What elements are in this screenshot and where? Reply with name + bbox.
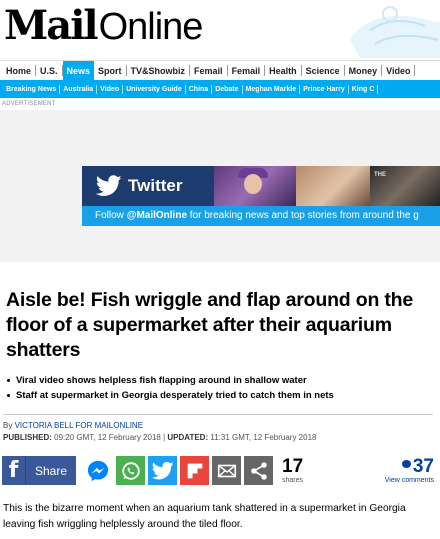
follow-prefix: Follow bbox=[95, 210, 127, 221]
comment-count: 37 bbox=[385, 457, 434, 477]
nav-item-tv-showbiz[interactable]: TV&Showbiz bbox=[127, 65, 191, 76]
share-bar: f Share bbox=[0, 455, 440, 487]
messenger-share-button[interactable] bbox=[83, 456, 112, 485]
comment-bubble-icon bbox=[401, 460, 411, 468]
subnav-item-meghan-markle[interactable]: Meghan Markle bbox=[243, 84, 301, 94]
article-headline: Aisle be! Fish wriggle and flap around o… bbox=[6, 289, 414, 361]
summary-bullet: Staff at supermarket in Georgia desperat… bbox=[6, 388, 436, 403]
banner-photo-model bbox=[296, 166, 370, 206]
twitter-banner-top: Twitter THE bbox=[82, 166, 440, 206]
nav-item-sport[interactable]: Sport bbox=[94, 65, 127, 76]
summary-bullet: Viral video shows helpless fish flapping… bbox=[6, 373, 436, 388]
share-more-icon bbox=[250, 461, 267, 480]
flipboard-icon bbox=[187, 463, 202, 478]
advertisement-label: ADVERTISEMENT bbox=[2, 101, 56, 107]
share-count: 17 shares bbox=[282, 457, 322, 485]
email-share-button[interactable] bbox=[212, 456, 241, 485]
facebook-share-button[interactable]: f Share bbox=[2, 456, 76, 485]
updated-value: 11:31 GMT, 12 February 2018 bbox=[208, 433, 317, 442]
published-label: PUBLISHED: bbox=[3, 433, 52, 442]
article-body-paragraph: This is the bizarre moment when an aquar… bbox=[3, 503, 406, 530]
share-count-label: shares bbox=[282, 477, 304, 484]
twitter-follow-banner[interactable]: Twitter THE Follow @MailOnline for break… bbox=[82, 166, 440, 226]
subnav-item-prince-harry[interactable]: Prince Harry bbox=[300, 84, 349, 94]
subnav-item-australia[interactable]: Australia bbox=[60, 84, 98, 94]
photo-face-shape bbox=[244, 174, 262, 194]
subnav-item-breaking-news[interactable]: Breaking News bbox=[0, 84, 61, 94]
article-summary-bullets: Viral video shows helpless fish flapping… bbox=[6, 373, 436, 403]
twitter-icon bbox=[151, 461, 174, 479]
nav-item-femail-2[interactable]: Femail bbox=[228, 65, 266, 76]
author-link[interactable]: VICTORIA BELL FOR MAILONLINE bbox=[15, 421, 143, 430]
comments-link[interactable]: 37 View comments bbox=[385, 457, 434, 485]
flipboard-share-button[interactable] bbox=[180, 456, 209, 485]
secondary-nav: Breaking News Australia Video University… bbox=[0, 80, 440, 98]
subnav-item-china[interactable]: China bbox=[186, 84, 213, 94]
updated-label: UPDATED: bbox=[167, 433, 209, 442]
subnav-item-king-c[interactable]: King C bbox=[349, 84, 379, 94]
twitter-bird-icon bbox=[96, 175, 122, 196]
publish-dates: PUBLISHED: 09:20 GMT, 12 February 2018 |… bbox=[3, 433, 316, 442]
whatsapp-icon bbox=[121, 461, 140, 480]
photo-caption: THE bbox=[374, 172, 386, 178]
subnav-item-debate[interactable]: Debate bbox=[212, 84, 243, 94]
masthead-decoration bbox=[350, 6, 440, 58]
masthead: Mail Online bbox=[0, 0, 440, 60]
subnav-item-university-guide[interactable]: University Guide bbox=[123, 84, 186, 94]
nav-item-video[interactable]: Video bbox=[382, 65, 416, 76]
nav-item-us[interactable]: U.S. bbox=[36, 65, 63, 76]
nav-item-money[interactable]: Money bbox=[345, 65, 383, 76]
view-comments-label: View comments bbox=[384, 477, 434, 484]
mailonline-logo[interactable]: Mail Online bbox=[4, 2, 204, 49]
nav-item-science[interactable]: Science bbox=[302, 65, 345, 76]
headline-divider bbox=[3, 414, 433, 415]
facebook-icon: f bbox=[2, 456, 26, 485]
twitter-follow-text: Follow @MailOnline for breaking news and… bbox=[82, 206, 440, 226]
nav-item-femail[interactable]: Femail bbox=[190, 65, 228, 76]
comment-count-number: 37 bbox=[412, 456, 434, 477]
twitter-share-button[interactable] bbox=[148, 456, 177, 485]
follow-suffix: for breaking news and top stories from a… bbox=[187, 210, 419, 221]
email-icon bbox=[217, 464, 236, 477]
published-value: 09:20 GMT, 12 February 2018 | bbox=[51, 433, 168, 442]
primary-nav: Home U.S. News Sport TV&Showbiz Femail F… bbox=[0, 60, 440, 80]
banner-photo-royal bbox=[214, 166, 296, 206]
more-share-button[interactable] bbox=[244, 456, 273, 485]
follow-handle: @MailOnline bbox=[126, 210, 187, 221]
twitter-brand: Twitter bbox=[82, 166, 214, 206]
nav-item-home[interactable]: Home bbox=[0, 65, 37, 76]
nav-item-health[interactable]: Health bbox=[265, 65, 302, 76]
byline-by: By bbox=[3, 421, 15, 430]
banner-photo-footballer: THE bbox=[370, 166, 440, 206]
facebook-share-label: Share bbox=[35, 463, 68, 478]
share-count-number: 17 bbox=[282, 456, 304, 477]
logo-mail-text: Mail bbox=[4, 2, 99, 49]
byline: By VICTORIA BELL FOR MAILONLINE bbox=[3, 421, 143, 430]
twitter-word: Twitter bbox=[128, 176, 183, 195]
logo-online-text: Online bbox=[98, 6, 204, 48]
nav-item-news[interactable]: News bbox=[62, 61, 95, 80]
subnav-item-video[interactable]: Video bbox=[97, 84, 124, 94]
messenger-icon bbox=[87, 460, 108, 481]
whatsapp-share-button[interactable] bbox=[116, 456, 145, 485]
